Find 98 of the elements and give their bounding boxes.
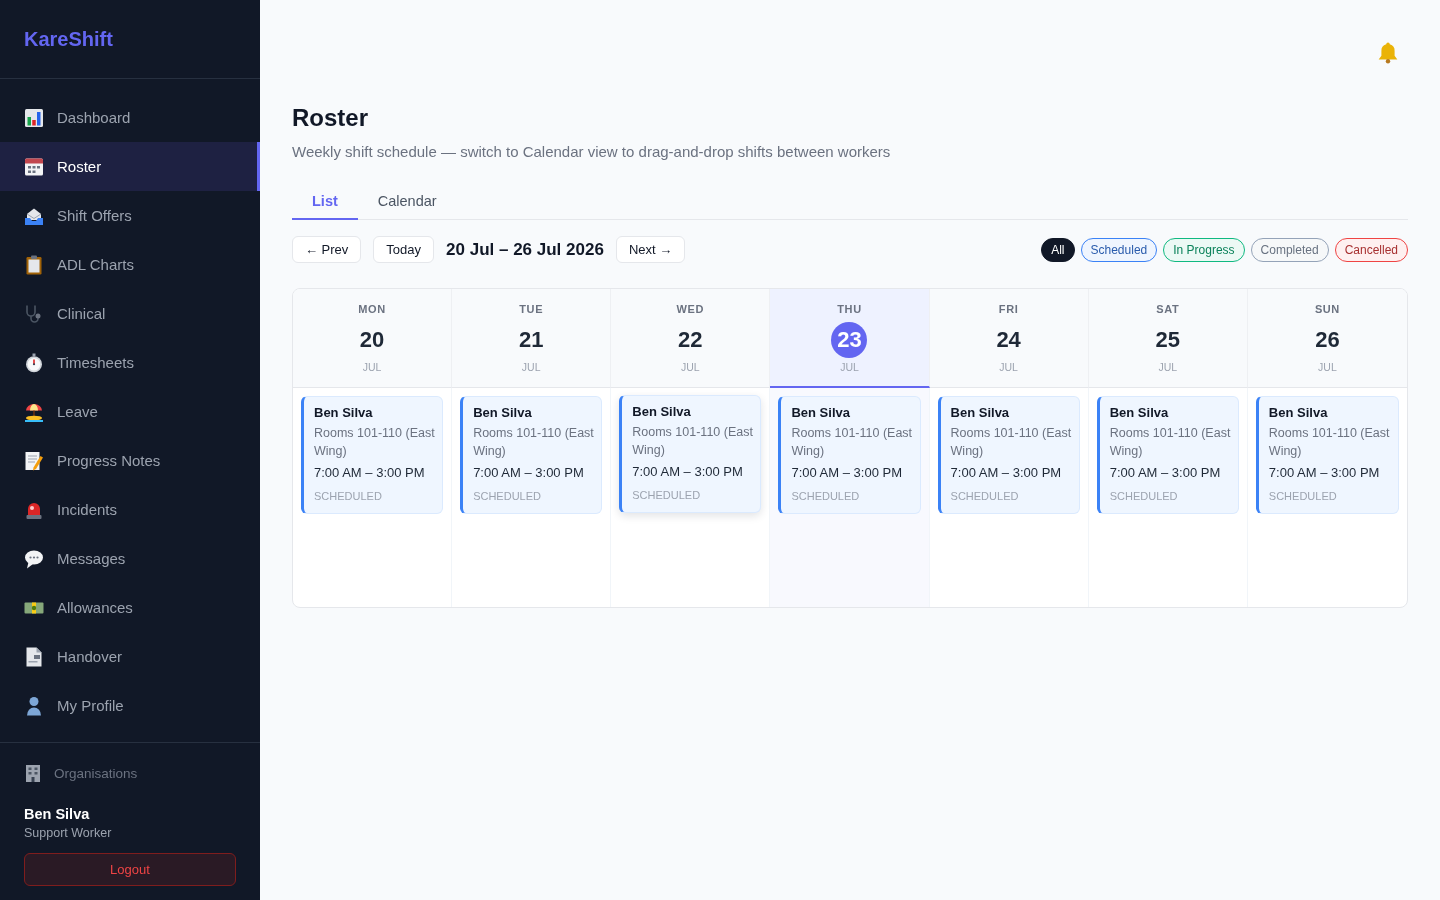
weekday-label: FRI [998,302,1019,316]
shift-status: SCHEDULED [1268,489,1338,503]
tab[interactable]: List [292,184,358,220]
shift-card[interactable]: Ben Silva Rooms 101-110 (East Wing) 7:00 AM – 3:00 PM SCHEDULED [937,396,1080,514]
shift-card[interactable]: Ben Silva Rooms 101-110 (East Wing) 7:00 AM – 3:00 PM SCHEDULED [460,396,603,514]
shift-card[interactable]: Ben Silva Rooms 101-110 (East Wing) 7:00 AM – 3:00 PM SCHEDULED [778,396,921,514]
nav-item[interactable]: Dashboard [0,93,260,142]
nav-item[interactable]: Messages [0,534,260,583]
tab[interactable]: Calendar [357,184,457,220]
today-button[interactable]: Today [373,236,435,263]
shift-time: 7:00 AM – 3:00 PM [473,464,585,482]
building-icon [24,764,42,782]
shift-time: 7:00 AM – 3:00 PM [1268,464,1381,482]
date-number: 20 [358,326,386,354]
shift-time: 7:00 AM – 3:00 PM [632,463,744,481]
page-subtitle: Weekly shift schedule — switch to Calendar view to drag-and-drop shifts between workers [292,142,892,162]
shift-time: 7:00 AM – 3:00 PM [1109,464,1222,482]
nav-item[interactable]: Handover [0,632,260,681]
nav-item[interactable]: Clinical [0,289,260,338]
worker-name: Ben Silva [473,404,533,422]
shift-status: SCHEDULED [950,489,1020,503]
shift-card[interactable]: Ben Silva Rooms 101-110 (East Wing) 7:00 AM – 3:00 PM SCHEDULED [301,396,444,514]
user-name: Ben Silva [24,805,90,823]
shift-status: SCHEDULED [1109,489,1179,503]
app-logo: KareShift [24,27,113,51]
date-number: 24 [995,326,1022,354]
shift-card[interactable]: Ben Silva Rooms 101-110 (East Wing) 7:00 AM – 3:00 PM SCHEDULED [1096,396,1239,514]
calendar-icon [24,156,44,177]
shift-location: Rooms 101-110 (East Wing) [1109,425,1232,460]
shift-location: Rooms 101-110 (East Wing) [950,425,1073,460]
weekday-label: WED [676,302,705,316]
shift-time: 7:00 AM – 3:00 PM [791,464,903,482]
shift-time: 7:00 AM – 3:00 PM [314,464,426,482]
worker-name: Ben Silva [950,404,1011,422]
shift-time: 7:00 AM – 3:00 PM [950,464,1063,482]
weekday-label: TUE [519,302,544,316]
date-number: 26 [1314,326,1341,354]
bell-icon[interactable] [1377,42,1399,64]
shift-card[interactable]: Ben Silva Rooms 101-110 (East Wing) 7:00 AM – 3:00 PM SCHEDULED [1255,396,1399,514]
worker-name: Ben Silva [791,404,851,422]
status-filter-chip[interactable]: Completed [1250,237,1329,262]
prev-week-button[interactable]: ← Prev [292,236,362,263]
status-filter-chip[interactable]: All [1041,237,1075,262]
speech-bubble-icon [24,548,44,569]
shift-location: Rooms 101-110 (East Wing) [1268,425,1391,460]
document-icon [24,646,44,667]
stopwatch-icon [24,352,44,373]
nav-item[interactable]: ADL Charts [0,240,260,289]
nav-item[interactable]: My Profile [0,681,260,730]
person-icon [24,695,44,716]
page-title: Roster [292,103,370,133]
shift-status: SCHEDULED [473,489,542,503]
month-label: JUL [681,360,700,374]
worker-name: Ben Silva [1268,404,1329,422]
bar-chart-icon [24,107,44,128]
shift-card[interactable]: Ben Silva Rooms 101-110 (East Wing) 7:00 AM – 3:00 PM SCHEDULED [619,395,762,513]
weekday-label: THU [837,302,862,316]
date-number: 22 [677,326,704,354]
month-label: JUL [1318,360,1337,374]
status-filter-chip[interactable]: Scheduled [1080,237,1158,262]
worker-name: Ben Silva [1109,404,1170,422]
logout-button[interactable]: Logout [24,853,236,886]
user-role: Support Worker [24,825,112,841]
next-week-button[interactable]: Next → [615,236,686,263]
shift-location: Rooms 101-110 (East Wing) [314,425,436,460]
worker-name: Ben Silva [632,403,692,421]
worker-name: Ben Silva [314,404,374,422]
shift-location: Rooms 101-110 (East Wing) [632,424,754,459]
date-range: 20 Jul – 26 Jul 2026 [446,239,604,260]
memo-pencil-icon [24,450,44,471]
nav-item[interactable]: Leave [0,387,260,436]
nav-item[interactable]: Shift Offers [0,191,260,240]
month-label: JUL [840,360,859,374]
nav-item[interactable]: Allowances [0,583,260,632]
weekday-label: MON [358,302,386,316]
status-filter-chip[interactable]: In Progress [1163,237,1245,262]
organisations-link[interactable]: Organisations [24,763,138,783]
date-number: 23 [831,322,868,358]
month-label: JUL [362,360,382,374]
month-label: JUL [1158,360,1178,374]
shift-location: Rooms 101-110 (East Wing) [791,425,914,460]
clipboard-icon [24,254,44,275]
beach-umbrella-icon [24,401,44,422]
weekday-label: SAT [1156,302,1180,316]
shift-status: SCHEDULED [791,489,861,503]
shift-status: SCHEDULED [632,488,702,502]
status-filter-chip[interactable]: Cancelled [1334,237,1408,262]
nav-item[interactable]: Roster [0,142,260,191]
date-number: 21 [517,326,545,354]
nav-item[interactable]: Incidents [0,485,260,534]
nav-item[interactable]: Progress Notes [0,436,260,485]
shift-location: Rooms 101-110 (East Wing) [473,425,595,460]
date-number: 25 [1154,326,1181,354]
month-label: JUL [521,360,541,374]
shift-status: SCHEDULED [314,489,383,503]
nav-item[interactable]: Timesheets [0,338,260,387]
month-label: JUL [999,360,1018,374]
weekday-label: SUN [1314,302,1340,316]
